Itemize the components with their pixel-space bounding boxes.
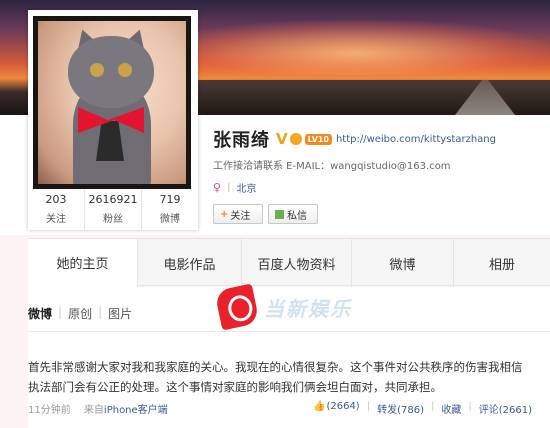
- profile-name: 张雨绮: [213, 130, 270, 151]
- profile-tabs: 她的主页 电影作品 百度人物资料 微博 相册: [28, 238, 550, 287]
- post-source-prefix: 来自: [83, 405, 104, 416]
- tab-album[interactable]: 相册: [454, 239, 550, 287]
- tab-movies[interactable]: 电影作品: [138, 239, 242, 287]
- thumb-up-icon: 👍: [313, 401, 326, 412]
- watermark-text: 当新娱乐: [264, 296, 352, 321]
- feed-divider: [28, 331, 550, 332]
- tab-baidu-profile[interactable]: 百度人物资料: [242, 239, 352, 287]
- post-time[interactable]: 11分钟前: [28, 405, 71, 416]
- stat-following-label: 关注: [46, 214, 66, 225]
- cat-eye-left: [90, 63, 104, 77]
- avatar-image: [38, 21, 186, 184]
- profile-location-row: ♀ | 北京: [213, 180, 256, 195]
- like-button[interactable]: 👍(2664): [313, 401, 360, 416]
- subnav-weibo[interactable]: 微博: [28, 305, 52, 322]
- stat-following-count: 203: [45, 193, 67, 206]
- stat-followers-label: 粉丝: [103, 214, 123, 225]
- subnav-images[interactable]: 图片: [108, 305, 132, 322]
- follow-button[interactable]: + 关注: [213, 204, 263, 224]
- cat-head: [68, 36, 154, 108]
- like-count: (2664): [326, 401, 360, 412]
- stat-followers-count: 2616921: [88, 193, 138, 206]
- profile-card: 203 关注 2616921 粉丝 719 微博: [28, 10, 198, 230]
- profile-contact: 工作接洽请联系 E-MAIL：wangqistudio@163.com: [213, 161, 451, 172]
- post-meta: 11分钟前 来自iPhone客户端: [28, 401, 168, 416]
- location-separator: |: [227, 182, 231, 193]
- club-icon[interactable]: [289, 133, 302, 145]
- feed-content: 微博 | 原创 | 图片 当新娱乐 首先非常感谢大家对我和我家庭的关心。我现在的…: [28, 283, 550, 428]
- stat-followers[interactable]: 2616921 粉丝: [85, 190, 142, 230]
- watermark-logo-icon: [214, 283, 260, 331]
- action-separator: |: [430, 401, 435, 412]
- sunset-glow: [160, 20, 550, 75]
- tab-home[interactable]: 她的主页: [28, 239, 138, 287]
- comment-button[interactable]: 评论(2661): [479, 401, 532, 416]
- subnav-separator: |: [98, 305, 103, 319]
- vip-level-badge[interactable]: LV10: [304, 133, 332, 145]
- action-separator: |: [468, 401, 472, 412]
- post-actions: 👍(2664) | 转发(786) | 收藏 | 评论(2661): [313, 401, 532, 416]
- stat-posts-count: 719: [159, 193, 181, 206]
- subnav-original[interactable]: 原创: [68, 305, 92, 322]
- stat-posts-label: 微博: [160, 214, 180, 225]
- post-source[interactable]: iPhone客户端: [104, 405, 168, 416]
- feed-subnav: 微博 | 原创 | 图片: [28, 305, 132, 322]
- v-verified-icon[interactable]: V: [276, 130, 288, 148]
- profile-location[interactable]: 北京: [236, 180, 256, 195]
- avatar[interactable]: [33, 16, 191, 189]
- profile-stats: 203 关注 2616921 粉丝 719 微博: [28, 190, 198, 230]
- favorite-button[interactable]: 收藏: [441, 401, 461, 416]
- watermark: 当新娱乐: [214, 283, 352, 331]
- post-text: 首先非常感谢大家对我和我家庭的关心。我现在的心情很复杂。这个事件对公共秩序的伤害…: [28, 360, 523, 394]
- subnav-separator: |: [58, 305, 63, 319]
- profile-url-link[interactable]: http://weibo.com/kittystarzhang: [336, 134, 496, 145]
- tab-weibo[interactable]: 微博: [352, 239, 454, 287]
- stat-following[interactable]: 203 关注: [28, 190, 85, 230]
- gender-female-icon: ♀: [213, 181, 222, 194]
- plus-icon: +: [220, 208, 229, 220]
- weibo-profile-page: 203 关注 2616921 粉丝 719 微博 张雨绮 V LV10 http…: [0, 0, 550, 428]
- cat-eye-right: [118, 63, 132, 77]
- message-button[interactable]: 私信: [268, 204, 318, 224]
- message-label: 私信: [287, 210, 307, 222]
- message-icon: [275, 209, 284, 219]
- follow-label: 关注: [230, 210, 251, 222]
- repost-button[interactable]: 转发(786): [377, 401, 424, 416]
- profile-name-row: 张雨绮 V LV10 http://weibo.com/kittystarzha…: [213, 126, 496, 152]
- stat-posts[interactable]: 719 微博: [142, 190, 198, 230]
- action-separator: |: [366, 401, 371, 412]
